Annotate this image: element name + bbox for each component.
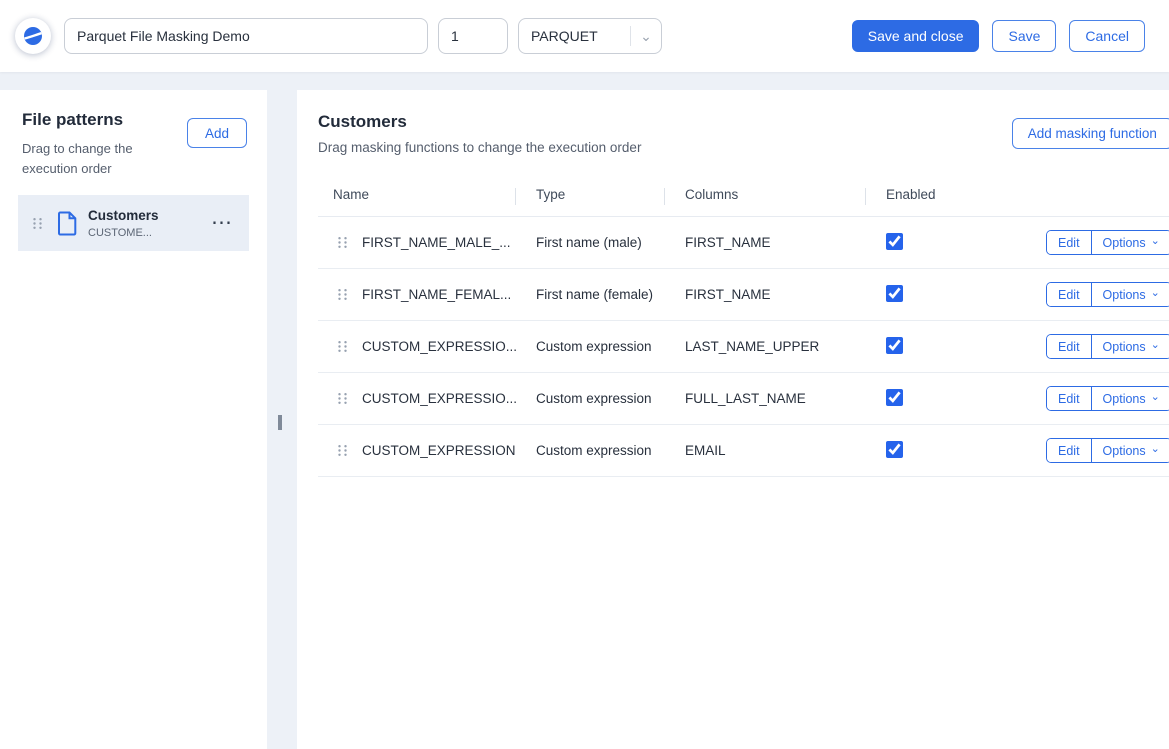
enabled-checkbox[interactable] (886, 441, 903, 458)
version-input[interactable] (438, 18, 508, 54)
row-actions: Edit Options ⌄ (1046, 230, 1169, 255)
options-label: Options (1103, 236, 1146, 250)
drag-handle-icon[interactable] (318, 288, 362, 301)
masking-function-name: CUSTOM_EXPRESSIO... (362, 391, 536, 406)
edit-button[interactable]: Edit (1047, 439, 1091, 462)
ruleset-name-input[interactable] (64, 18, 428, 54)
masking-function-type: First name (male) (536, 235, 685, 250)
app-logo (15, 18, 51, 54)
save-button[interactable]: Save (992, 20, 1056, 52)
masking-function-columns: FULL_LAST_NAME (685, 391, 886, 406)
masking-function-columns: LAST_NAME_UPPER (685, 339, 886, 354)
table-header-row: Name Type Columns Enabled (318, 181, 1169, 217)
enabled-checkbox[interactable] (886, 233, 903, 250)
cancel-button[interactable]: Cancel (1069, 20, 1145, 52)
page-subtitle: Drag masking functions to change the exe… (318, 140, 641, 155)
format-select[interactable]: PARQUET ⌄ (518, 18, 662, 54)
masking-functions-table: Name Type Columns Enabled FIRST_NAME_MAL… (318, 181, 1169, 477)
format-select-value: PARQUET (519, 28, 630, 44)
edit-button[interactable]: Edit (1047, 387, 1091, 410)
options-label: Options (1103, 340, 1146, 354)
table-row: FIRST_NAME_FEMAL... First name (female) … (318, 269, 1169, 321)
column-header-columns: Columns (685, 187, 886, 202)
save-and-close-button[interactable]: Save and close (852, 20, 980, 52)
file-patterns-header: File patterns Drag to change the executi… (0, 90, 267, 179)
masking-function-type: First name (female) (536, 287, 685, 302)
add-file-pattern-button[interactable]: Add (187, 118, 247, 148)
row-actions: Edit Options ⌄ (1046, 334, 1169, 359)
column-header-enabled: Enabled (886, 187, 1169, 202)
options-label: Options (1103, 288, 1146, 302)
masking-function-type: Custom expression (536, 391, 685, 406)
enabled-checkbox[interactable] (886, 285, 903, 302)
document-icon (57, 211, 78, 236)
app-logo-icon (22, 25, 44, 47)
options-button[interactable]: Options ⌄ (1091, 335, 1169, 358)
file-patterns-title: File patterns (22, 110, 147, 130)
row-actions: Edit Options ⌄ (1046, 438, 1169, 463)
masking-functions-panel: Customers Drag masking functions to chan… (297, 90, 1169, 749)
table-row: CUSTOM_EXPRESSION Custom expression EMAI… (318, 425, 1169, 477)
options-label: Options (1103, 444, 1146, 458)
masking-function-name: CUSTOM_EXPRESSION (362, 443, 536, 458)
chevron-down-icon: ⌄ (631, 29, 661, 43)
panel-resize-handle[interactable] (278, 415, 282, 430)
options-button[interactable]: Options ⌄ (1091, 439, 1169, 462)
edit-button[interactable]: Edit (1047, 335, 1091, 358)
panel-gutter (267, 90, 297, 749)
chevron-down-icon: ⌄ (1151, 340, 1160, 351)
top-toolbar: PARQUET ⌄ Save and close Save Cancel (0, 0, 1169, 72)
file-pattern-value: CUSTOME... (88, 227, 159, 239)
masking-function-name: FIRST_NAME_FEMAL... (362, 287, 536, 302)
drag-handle-icon[interactable] (32, 217, 43, 230)
masking-functions-header: Customers Drag masking functions to chan… (318, 112, 1169, 155)
page-title: Customers (318, 112, 641, 132)
options-button[interactable]: Options ⌄ (1091, 387, 1169, 410)
column-header-name: Name (318, 187, 536, 202)
drag-handle-icon[interactable] (318, 444, 362, 457)
row-actions: Edit Options ⌄ (1046, 386, 1169, 411)
chevron-down-icon: ⌄ (1151, 392, 1160, 403)
add-masking-function-button[interactable]: Add masking function (1012, 118, 1169, 149)
masking-function-columns: FIRST_NAME (685, 235, 886, 250)
edit-button[interactable]: Edit (1047, 283, 1091, 306)
table-row: CUSTOM_EXPRESSIO... Custom expression LA… (318, 321, 1169, 373)
enabled-checkbox[interactable] (886, 337, 903, 354)
masking-function-type: Custom expression (536, 339, 685, 354)
file-pattern-name: Customers (88, 208, 159, 223)
drag-handle-icon[interactable] (318, 340, 362, 353)
options-button[interactable]: Options ⌄ (1091, 283, 1169, 306)
drag-handle-icon[interactable] (318, 236, 362, 249)
chevron-down-icon: ⌄ (1151, 444, 1160, 455)
table-row: FIRST_NAME_MALE_... First name (male) FI… (318, 217, 1169, 269)
options-label: Options (1103, 392, 1146, 406)
content-area: File patterns Drag to change the executi… (0, 72, 1169, 749)
chevron-down-icon: ⌄ (1151, 236, 1160, 247)
file-patterns-subtitle: Drag to change the execution order (22, 139, 147, 179)
masking-function-name: FIRST_NAME_MALE_... (362, 235, 536, 250)
column-header-type: Type (536, 187, 685, 202)
toolbar-actions: Save and close Save Cancel (852, 20, 1145, 52)
file-pattern-list-item[interactable]: Customers CUSTOME... ⋯ (18, 195, 249, 251)
file-patterns-panel: File patterns Drag to change the executi… (0, 90, 267, 749)
enabled-checkbox[interactable] (886, 389, 903, 406)
options-button[interactable]: Options ⌄ (1091, 231, 1169, 254)
drag-handle-icon[interactable] (318, 392, 362, 405)
chevron-down-icon: ⌄ (1151, 288, 1160, 299)
row-actions: Edit Options ⌄ (1046, 282, 1169, 307)
masking-function-columns: EMAIL (685, 443, 886, 458)
masking-function-type: Custom expression (536, 443, 685, 458)
table-row: CUSTOM_EXPRESSIO... Custom expression FU… (318, 373, 1169, 425)
masking-function-name: CUSTOM_EXPRESSIO... (362, 339, 536, 354)
masking-function-columns: FIRST_NAME (685, 287, 886, 302)
edit-button[interactable]: Edit (1047, 231, 1091, 254)
